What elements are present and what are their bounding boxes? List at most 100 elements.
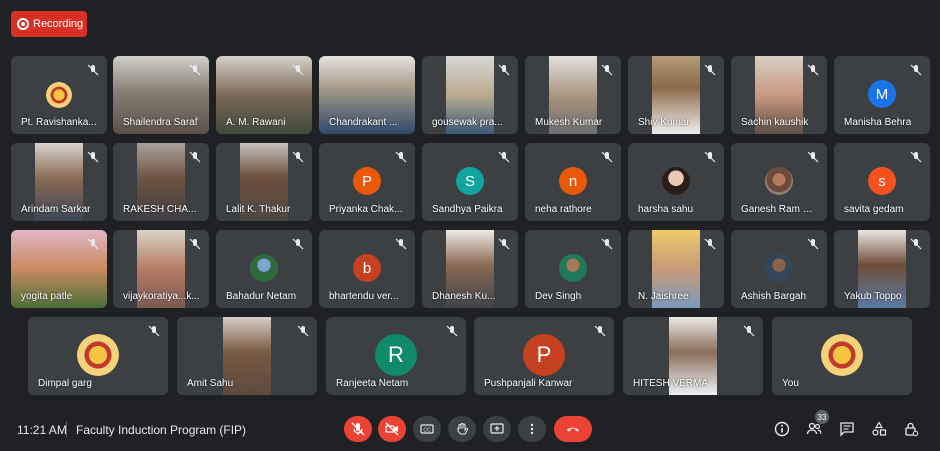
participant-tile[interactable]: yogita patle bbox=[11, 230, 107, 308]
mic-off-icon bbox=[910, 64, 922, 76]
avatar: P bbox=[353, 167, 381, 195]
raise-hand-button[interactable] bbox=[448, 416, 476, 442]
participant-name: gousewak pra... bbox=[432, 117, 503, 128]
mic-off-icon bbox=[807, 151, 819, 163]
info-icon bbox=[774, 421, 790, 437]
present-button[interactable] bbox=[483, 416, 511, 442]
participant-tile[interactable]: M Manisha Behra bbox=[834, 56, 930, 134]
participant-tile[interactable]: Ganesh Ram N... bbox=[731, 143, 827, 221]
participant-tile[interactable]: HITESH VERMA bbox=[623, 317, 763, 395]
participant-name: Shailendra Saraf bbox=[123, 117, 198, 128]
mic-off-icon bbox=[292, 151, 304, 163]
mic-off-icon bbox=[395, 151, 407, 163]
mic-off-icon bbox=[87, 151, 99, 163]
participant-tile[interactable]: N. Jaishree bbox=[628, 230, 724, 308]
mic-off-icon bbox=[189, 238, 201, 250]
mic-off-icon bbox=[189, 64, 201, 76]
mic-toggle-button[interactable] bbox=[344, 416, 372, 442]
participant-name: Manisha Behra bbox=[844, 117, 912, 128]
mic-off-icon bbox=[446, 325, 458, 337]
participant-name: Chandrakant ... bbox=[329, 117, 398, 128]
end-call-icon bbox=[567, 427, 579, 432]
participant-tile[interactable]: Dhanesh Ku... bbox=[422, 230, 518, 308]
participant-tile[interactable]: harsha sahu bbox=[628, 143, 724, 221]
activities-icon bbox=[872, 421, 887, 436]
present-icon bbox=[490, 423, 504, 434]
participant-tile[interactable]: Shiv Kumar bbox=[628, 56, 724, 134]
participant-tile[interactable]: Yakub Toppo bbox=[834, 230, 930, 308]
participant-name: Dhanesh Ku... bbox=[432, 291, 496, 302]
mic-off-icon bbox=[148, 325, 160, 337]
participant-tile[interactable]: gousewak pra... bbox=[422, 56, 518, 134]
profile-photo bbox=[250, 254, 278, 282]
participant-name: N. Jaishree bbox=[638, 291, 689, 302]
participant-name: savita gedam bbox=[844, 204, 904, 215]
participant-tile[interactable]: Pt. Ravishanka... bbox=[11, 56, 107, 134]
participant-tile[interactable]: Dimpal garg bbox=[28, 317, 168, 395]
participant-tile[interactable]: b bhartendu ver... bbox=[319, 230, 415, 308]
avatar: s bbox=[868, 167, 896, 195]
participant-name: RAKESH CHA... bbox=[123, 204, 197, 215]
avatar: b bbox=[353, 254, 381, 282]
mic-off-icon bbox=[292, 64, 304, 76]
mic-off-icon bbox=[704, 151, 716, 163]
participant-tile[interactable]: Ashish Bargah bbox=[731, 230, 827, 308]
participant-tile[interactable]: Sachin kaushik bbox=[731, 56, 827, 134]
participant-tile[interactable]: Chandrakant ... bbox=[319, 56, 415, 134]
institution-logo bbox=[77, 334, 119, 376]
participant-count-badge: 33 bbox=[815, 410, 829, 424]
participant-name: Sachin kaushik bbox=[741, 117, 809, 128]
mic-off-icon bbox=[189, 151, 201, 163]
mic-off-icon bbox=[704, 238, 716, 250]
participant-name: Dev Singh bbox=[535, 291, 582, 302]
institution-logo bbox=[821, 334, 863, 376]
chat-button[interactable] bbox=[836, 418, 858, 440]
mic-off-icon bbox=[395, 238, 407, 250]
participant-tile[interactable]: vijaykoratiya...k... bbox=[113, 230, 209, 308]
participant-tile[interactable]: RAKESH CHA... bbox=[113, 143, 209, 221]
activities-button[interactable] bbox=[868, 418, 890, 440]
raise-hand-icon bbox=[457, 423, 469, 435]
mic-off-icon bbox=[910, 151, 922, 163]
participant-tile[interactable]: Lalit K. Thakur bbox=[216, 143, 312, 221]
participant-name: neha rathore bbox=[535, 204, 592, 215]
participant-tile[interactable]: Arindam Sarkar bbox=[11, 143, 107, 221]
participant-tile[interactable]: Shailendra Saraf bbox=[113, 56, 209, 134]
participant-tile[interactable]: A. M. Rawani bbox=[216, 56, 312, 134]
recording-indicator[interactable]: Recording bbox=[11, 11, 87, 37]
participant-name: vijaykoratiya...k... bbox=[123, 291, 200, 302]
participant-tile[interactable]: P Priyanka Chak... bbox=[319, 143, 415, 221]
participant-name: yogita patle bbox=[21, 291, 73, 302]
participant-tile[interactable]: Bahadur Netam bbox=[216, 230, 312, 308]
captions-button[interactable]: CC bbox=[413, 416, 441, 442]
participant-name: Bahadur Netam bbox=[226, 291, 297, 302]
mic-off-icon bbox=[704, 64, 716, 76]
participant-name: bhartendu ver... bbox=[329, 291, 399, 302]
host-controls-icon bbox=[905, 422, 919, 437]
meeting-details-button[interactable] bbox=[771, 418, 793, 440]
participant-name: Dimpal garg bbox=[38, 378, 92, 389]
participant-name: A. M. Rawani bbox=[226, 117, 286, 128]
participant-tile[interactable]: P Pushpanjali Kanwar bbox=[474, 317, 614, 395]
participant-name: Arindam Sarkar bbox=[21, 204, 91, 215]
mic-off-icon bbox=[594, 325, 606, 337]
participant-tile[interactable]: n neha rathore bbox=[525, 143, 621, 221]
participant-name: Shiv Kumar bbox=[638, 117, 690, 128]
participant-tile[interactable]: Mukesh Kumar bbox=[525, 56, 621, 134]
participant-tile-self[interactable]: You bbox=[772, 317, 912, 395]
participant-tile[interactable]: s savita gedam bbox=[834, 143, 930, 221]
participant-tile[interactable]: S Sandhya Paikra bbox=[422, 143, 518, 221]
participant-tile[interactable]: Amit Sahu bbox=[177, 317, 317, 395]
divider bbox=[66, 421, 67, 437]
participant-tile[interactable]: R Ranjeeta Netam bbox=[326, 317, 466, 395]
more-icon bbox=[530, 423, 534, 435]
participant-name: harsha sahu bbox=[638, 204, 694, 215]
host-controls-button[interactable] bbox=[900, 418, 922, 440]
participant-tile[interactable]: Dev Singh bbox=[525, 230, 621, 308]
participant-name: Yakub Toppo bbox=[844, 291, 902, 302]
more-options-button[interactable] bbox=[518, 416, 546, 442]
camera-toggle-button[interactable] bbox=[378, 416, 406, 442]
participant-name: Mukesh Kumar bbox=[535, 117, 603, 128]
leave-call-button[interactable] bbox=[554, 416, 592, 442]
meeting-title: Faculty Induction Program (FIP) bbox=[76, 423, 247, 437]
